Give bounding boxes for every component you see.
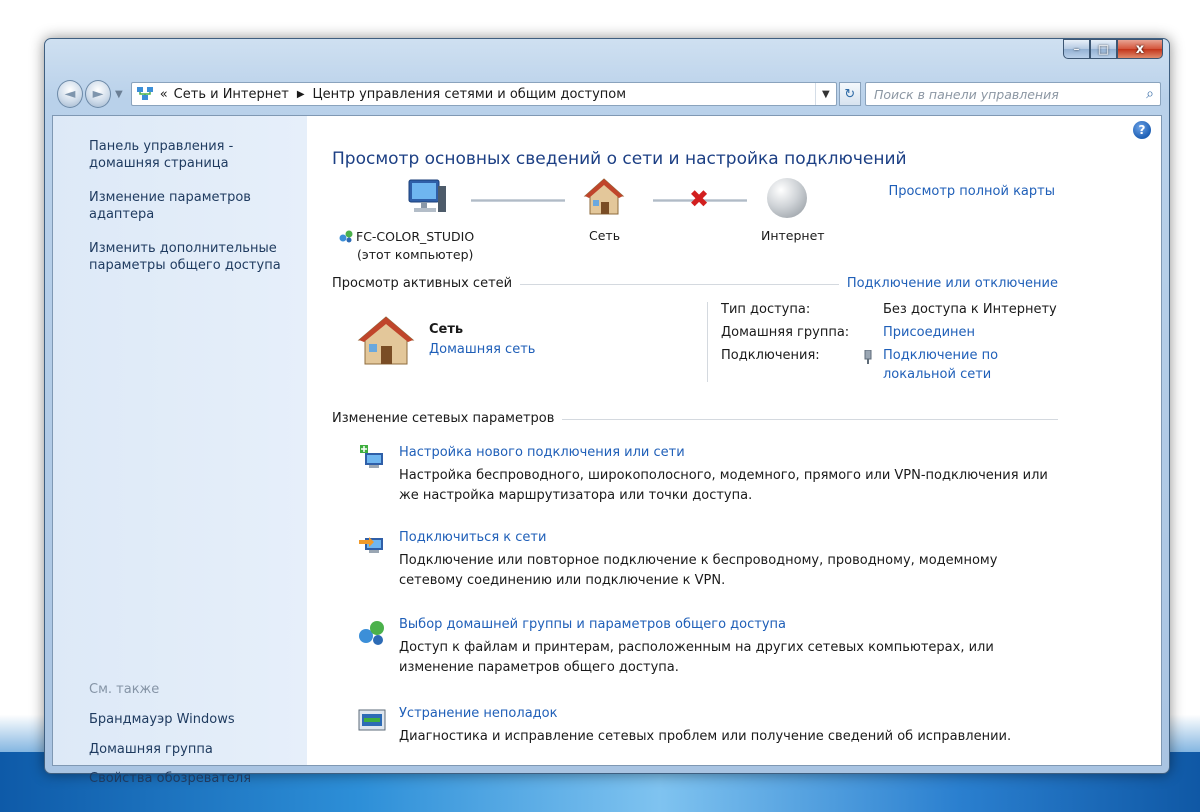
sidebar-link-home[interactable]: Панель управления - домашняя страница	[89, 138, 307, 172]
task-link-connect-network[interactable]: Подключиться к сети	[399, 530, 546, 545]
task-desc-new-connection: Настройка беспроводного, широкополосного…	[399, 468, 1048, 503]
task-link-homegroup-sharing[interactable]: Выбор домашней группы и параметров общег…	[399, 617, 786, 632]
task-desc-troubleshoot: Диагностика и исправление сетевых пробле…	[399, 729, 1012, 744]
change-settings-header: Изменение сетевых параметров	[332, 411, 1058, 426]
search-input[interactable]: Поиск в панели управления ⌕	[865, 82, 1161, 106]
homegroup-link[interactable]: Присоединен	[883, 325, 975, 340]
active-networks-header: Просмотр активных сетей Подключение или …	[332, 276, 1058, 291]
network-type-link[interactable]: Домашняя сеть	[429, 342, 535, 357]
recent-pages-dropdown[interactable]: ▼	[115, 89, 123, 100]
sidebar: Панель управления - домашняя страница Из…	[53, 116, 307, 786]
breadcrumb-separator-icon[interactable]: ▶	[297, 89, 305, 100]
active-networks-title: Просмотр активных сетей	[332, 276, 521, 291]
access-type-label: Тип доступа:	[721, 302, 811, 317]
window-controls: – □ x	[1063, 39, 1163, 59]
breadcrumb-overflow[interactable]: «	[160, 87, 168, 102]
active-network-name: Сеть	[429, 322, 464, 337]
homegroup-sharing-icon	[359, 621, 384, 645]
globe-icon[interactable]	[767, 178, 807, 218]
computer-network-link	[471, 199, 565, 202]
new-connection-icon	[360, 445, 383, 468]
network-node-label: Сеть	[589, 228, 621, 243]
refresh-button[interactable]: ↻	[838, 82, 861, 106]
sidebar-link-internet-options[interactable]: Свойства обозревателя	[89, 771, 251, 786]
access-type-value: Без доступа к Интернету	[883, 302, 1057, 317]
page-title: Просмотр основных сведений о сети и наст…	[332, 149, 907, 169]
navigation-bar: ◄ ► ▼ « Сеть и Интернет ▶ Центр управлен…	[57, 79, 1161, 109]
connections-label: Подключения:	[721, 348, 820, 363]
search-icon[interactable]: ⌕	[1146, 86, 1154, 102]
local-connection-link-line1[interactable]: Подключение по	[883, 348, 998, 363]
computer-icon[interactable]	[405, 178, 447, 216]
breadcrumb-network-internet[interactable]: Сеть и Интернет	[174, 87, 289, 102]
help-icon[interactable]: ?	[1133, 121, 1151, 139]
computer-label: FC-COLOR_STUDIO (этот компьютер)	[339, 228, 474, 264]
connect-disconnect-link[interactable]: Подключение или отключение	[838, 276, 1058, 291]
homegroup-icon	[339, 230, 353, 243]
address-dropdown-icon[interactable]: ▼	[815, 83, 836, 105]
sidebar-link-firewall[interactable]: Брандмауэр Windows	[89, 712, 235, 727]
vertical-divider	[707, 302, 708, 382]
close-button[interactable]: x	[1117, 39, 1163, 59]
change-settings-title: Изменение сетевых параметров	[332, 411, 563, 426]
sidebar-link-homegroup[interactable]: Домашняя группа	[89, 742, 213, 757]
ethernet-icon	[864, 350, 872, 364]
control-panel-window: – □ x ◄ ► ▼ « Сеть и Интернет ▶ Центр уп…	[44, 38, 1170, 786]
no-connection-x-icon: ✖	[689, 185, 710, 213]
forward-button[interactable]: ►	[85, 80, 111, 108]
task-link-troubleshoot[interactable]: Устранение неполадок	[399, 706, 557, 721]
see-also-label: См. также	[89, 682, 160, 697]
sidebar-link-adapter-settings[interactable]: Изменение параметров адаптера	[89, 189, 307, 223]
computer-subtitle: (этот компьютер)	[357, 247, 474, 262]
local-connection-link-line2[interactable]: локальной сети	[883, 367, 991, 382]
breadcrumb-network-center[interactable]: Центр управления сетями и общим доступом	[313, 87, 627, 102]
search-placeholder: Поиск в панели управления	[874, 86, 1059, 102]
internet-node-label: Интернет	[761, 228, 825, 243]
main-pane: ? Просмотр основных сведений о сети и на…	[307, 116, 1161, 765]
task-desc-connect-network: Подключение или повторное подключение к …	[399, 553, 998, 588]
house-icon[interactable]	[583, 176, 625, 218]
minimize-button[interactable]: –	[1063, 39, 1090, 59]
title-bar[interactable]: – □ x	[45, 39, 1169, 69]
connect-network-icon	[359, 537, 383, 553]
home-network-icon[interactable]	[357, 314, 415, 368]
maximize-button[interactable]: □	[1090, 39, 1117, 59]
computer-name: FC-COLOR_STUDIO	[356, 229, 475, 244]
troubleshoot-icon	[358, 709, 386, 731]
sidebar-link-sharing-settings[interactable]: Изменить дополнительные параметры общего…	[89, 240, 307, 274]
homegroup-label: Домашняя группа:	[721, 325, 850, 340]
content-area: Панель управления - домашняя страница Из…	[52, 115, 1162, 786]
task-link-new-connection[interactable]: Настройка нового подключения или сети	[399, 445, 685, 460]
back-button[interactable]: ◄	[57, 80, 83, 108]
task-desc-homegroup-sharing: Доступ к файлам и принтерам, расположенн…	[399, 640, 994, 675]
network-center-icon	[136, 87, 153, 100]
view-full-map-link[interactable]: Просмотр полной карты	[888, 184, 1055, 199]
address-bar[interactable]: « Сеть и Интернет ▶ Центр управления сет…	[130, 82, 837, 106]
